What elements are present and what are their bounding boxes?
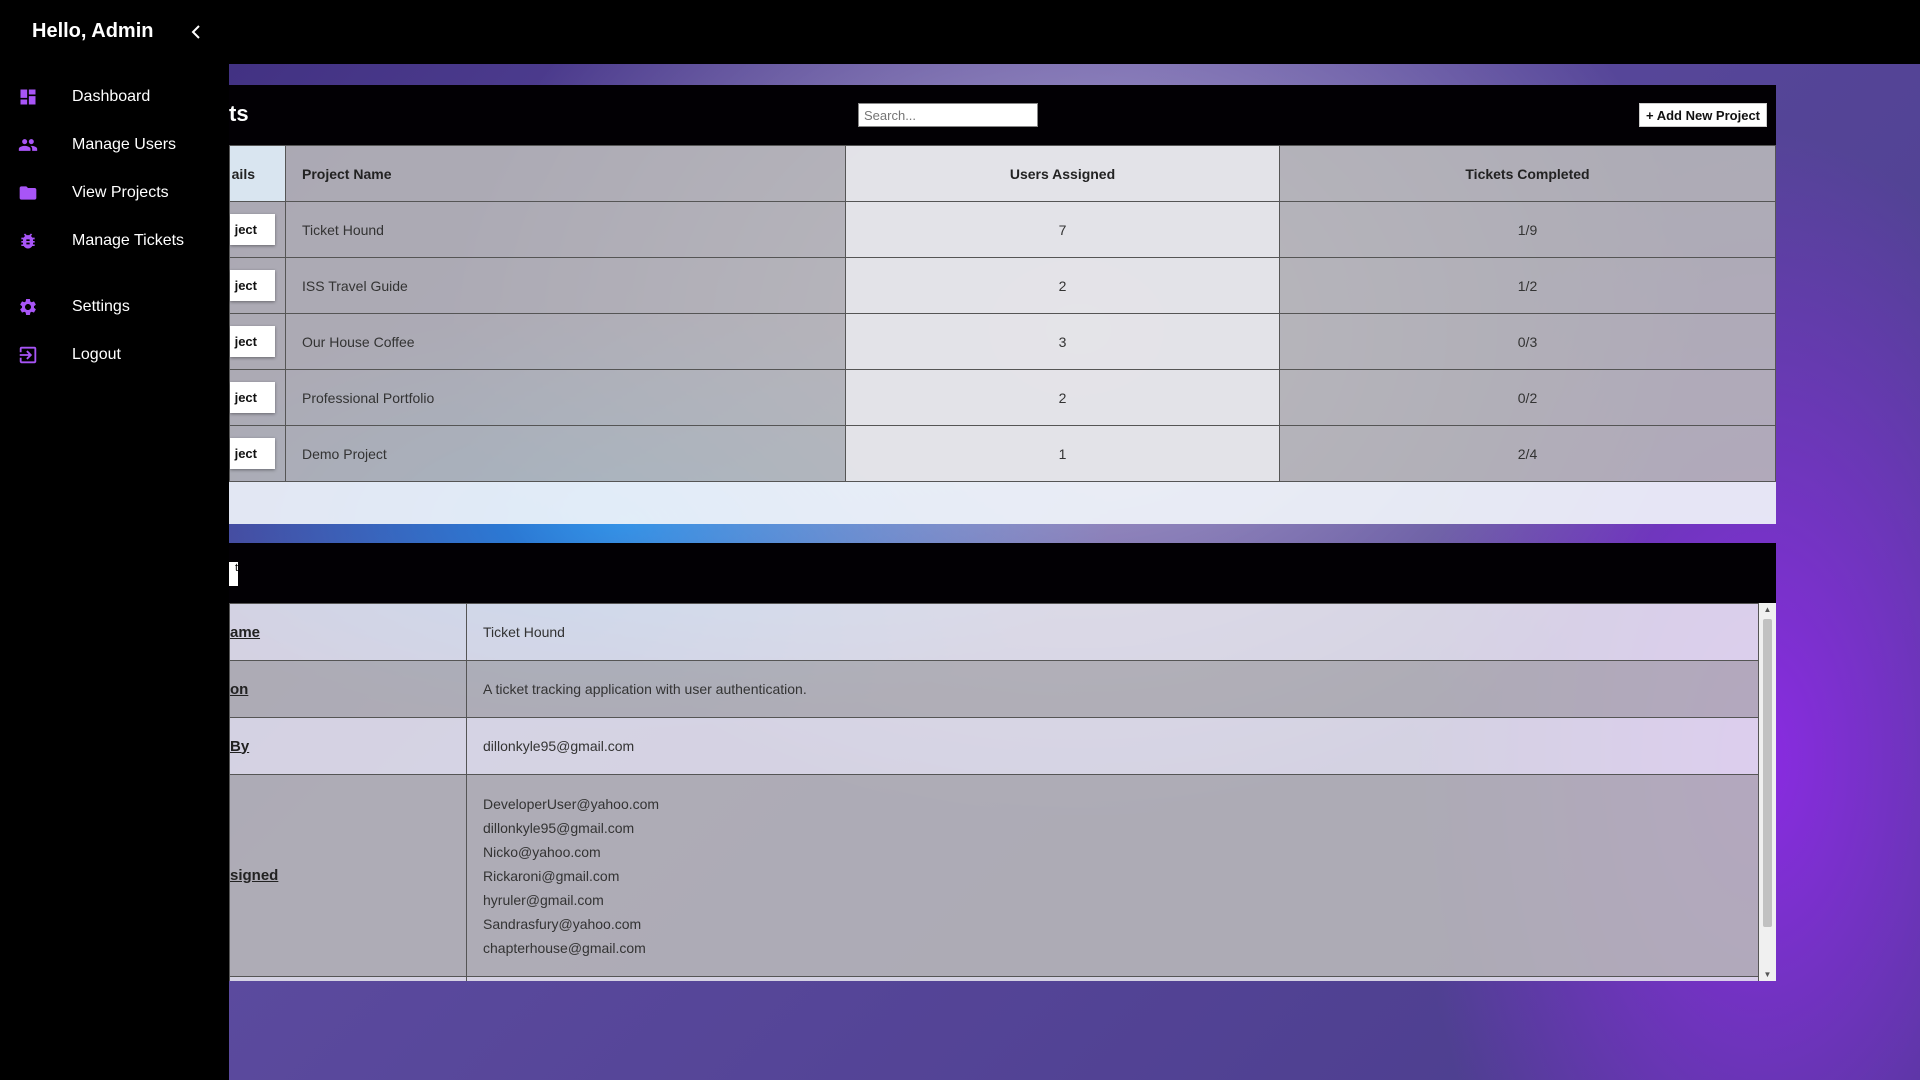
details-cell: ject: [229, 369, 286, 426]
scroll-down-icon[interactable]: ▼: [1763, 970, 1772, 979]
bug-icon: [16, 229, 40, 253]
table-footer: [229, 482, 1776, 524]
tickets-completed-cell: 1/2: [1279, 257, 1776, 314]
users-assigned-cell: 1: [845, 425, 1280, 482]
projects-header: ts + Add New Project: [229, 85, 1776, 145]
search-input[interactable]: [858, 103, 1038, 127]
vertical-scrollbar[interactable]: ▲ ▼: [1759, 603, 1776, 981]
detail-key-created-by: By: [229, 717, 467, 775]
column-header-project-name: Project Name: [285, 145, 846, 202]
tickets-completed-cell: 0/2: [1279, 369, 1776, 426]
view-project-button[interactable]: ject: [230, 326, 275, 357]
details-cell: ject: [229, 425, 286, 482]
sidebar-item-label: Manage Tickets: [72, 232, 185, 249]
chevron-left-icon: [191, 25, 200, 39]
detail-value-created-by: dillonkyle95@gmail.com: [466, 717, 1759, 775]
details-cell: ject: [229, 313, 286, 370]
table-row: ject Our House Coffee 3 0/3: [229, 313, 1776, 370]
tickets-completed-cell: 1/9: [1279, 201, 1776, 258]
detail-value-description: A ticket tracking application with user …: [466, 660, 1759, 718]
view-project-button[interactable]: ject: [230, 438, 275, 469]
table-row: ject Professional Portfolio 2 0/2: [229, 369, 1776, 426]
project-name-cell: ISS Travel Guide: [285, 257, 846, 314]
add-project-button[interactable]: + Add New Project: [1639, 103, 1767, 127]
greeting: Hello, Admin: [32, 20, 154, 42]
table-row: ject Ticket Hound 7 1/9: [229, 201, 1776, 258]
view-project-button[interactable]: ject: [230, 382, 275, 413]
project-name-cell: Demo Project: [285, 425, 846, 482]
project-details-panel: t ame Ticket Hound on A ticket tracking …: [229, 543, 1776, 981]
scroll-up-icon[interactable]: ▲: [1763, 605, 1772, 614]
gear-icon: [16, 295, 40, 319]
assigned-user-email: dillonkyle95@gmail.com: [483, 819, 635, 836]
view-project-button[interactable]: ject: [230, 214, 275, 245]
sidebar-item-settings[interactable]: Settings: [0, 287, 229, 327]
details-header-button[interactable]: t: [229, 562, 238, 586]
detail-row: [229, 976, 1759, 981]
projects-table: ails Project Name Users Assigned Tickets…: [229, 145, 1776, 482]
detail-row: ame Ticket Hound: [229, 603, 1759, 661]
dashboard-icon: [16, 85, 40, 109]
project-name-cell: Professional Portfolio: [285, 369, 846, 426]
sidebar-item-label: View Projects: [72, 184, 169, 201]
top-bar: [0, 0, 1920, 64]
details-cell: ject: [229, 201, 286, 258]
view-project-button[interactable]: ject: [230, 270, 275, 301]
assigned-user-email: Rickaroni@gmail.com: [483, 867, 620, 884]
logout-icon: [16, 343, 40, 367]
sidebar-item-view-projects[interactable]: View Projects: [0, 173, 229, 213]
assigned-user-email: Sandrasfury@yahoo.com: [483, 915, 642, 932]
collapse-sidebar-button[interactable]: [186, 20, 206, 44]
column-header-details: ails: [229, 145, 286, 202]
detail-row: By dillonkyle95@gmail.com: [229, 717, 1759, 775]
scrollbar-thumb[interactable]: [1763, 619, 1772, 927]
details-table: ame Ticket Hound on A ticket tracking ap…: [229, 603, 1759, 981]
sidebar-item-label: Logout: [72, 346, 121, 363]
project-name-cell: Ticket Hound: [285, 201, 846, 258]
users-assigned-cell: 2: [845, 257, 1280, 314]
detail-value-empty: [466, 976, 1759, 981]
sidebar: Hello, Admin Dashboard Manage Users View…: [0, 0, 229, 1080]
sidebar-item-label: Settings: [72, 298, 130, 315]
detail-value-users-assigned: DeveloperUser@yahoo.com dillonkyle95@gma…: [466, 774, 1759, 977]
assigned-user-email: Nicko@yahoo.com: [483, 843, 601, 860]
users-assigned-cell: 7: [845, 201, 1280, 258]
assigned-user-email: chapterhouse@gmail.com: [483, 939, 646, 956]
detail-key-description: on: [229, 660, 467, 718]
page-title: ts: [229, 101, 249, 126]
detail-key-project-name: ame: [229, 603, 467, 661]
detail-row: signed DeveloperUser@yahoo.com dillonkyl…: [229, 774, 1759, 977]
projects-panel: ts + Add New Project ails Project Name U…: [229, 85, 1776, 524]
details-header: t: [229, 543, 1776, 603]
project-name-cell: Our House Coffee: [285, 313, 846, 370]
sidebar-item-manage-users[interactable]: Manage Users: [0, 125, 229, 165]
users-icon: [16, 133, 40, 157]
tickets-completed-cell: 0/3: [1279, 313, 1776, 370]
detail-key-empty: [229, 976, 467, 981]
assigned-user-email: DeveloperUser@yahoo.com: [483, 795, 660, 812]
sidebar-item-dashboard[interactable]: Dashboard: [0, 77, 229, 117]
table-row: ject Demo Project 1 2/4: [229, 425, 1776, 482]
table-row: ject ISS Travel Guide 2 1/2: [229, 257, 1776, 314]
detail-key-users-assigned: signed: [229, 774, 467, 977]
sidebar-item-manage-tickets[interactable]: Manage Tickets: [0, 221, 229, 261]
table-header-row: ails Project Name Users Assigned Tickets…: [229, 145, 1776, 202]
tickets-completed-cell: 2/4: [1279, 425, 1776, 482]
users-assigned-cell: 3: [845, 313, 1280, 370]
sidebar-item-logout[interactable]: Logout: [0, 335, 229, 375]
sidebar-item-label: Manage Users: [72, 136, 177, 153]
users-assigned-cell: 2: [845, 369, 1280, 426]
column-header-tickets-completed: Tickets Completed: [1279, 145, 1776, 202]
detail-value-project-name: Ticket Hound: [466, 603, 1759, 661]
assigned-user-email: hyruler@gmail.com: [483, 891, 604, 908]
column-header-users-assigned: Users Assigned: [845, 145, 1280, 202]
sidebar-item-label: Dashboard: [72, 88, 151, 105]
folder-icon: [16, 181, 40, 205]
details-scroll-area[interactable]: ame Ticket Hound on A ticket tracking ap…: [229, 603, 1776, 981]
details-cell: ject: [229, 257, 286, 314]
detail-row: on A ticket tracking application with us…: [229, 660, 1759, 718]
